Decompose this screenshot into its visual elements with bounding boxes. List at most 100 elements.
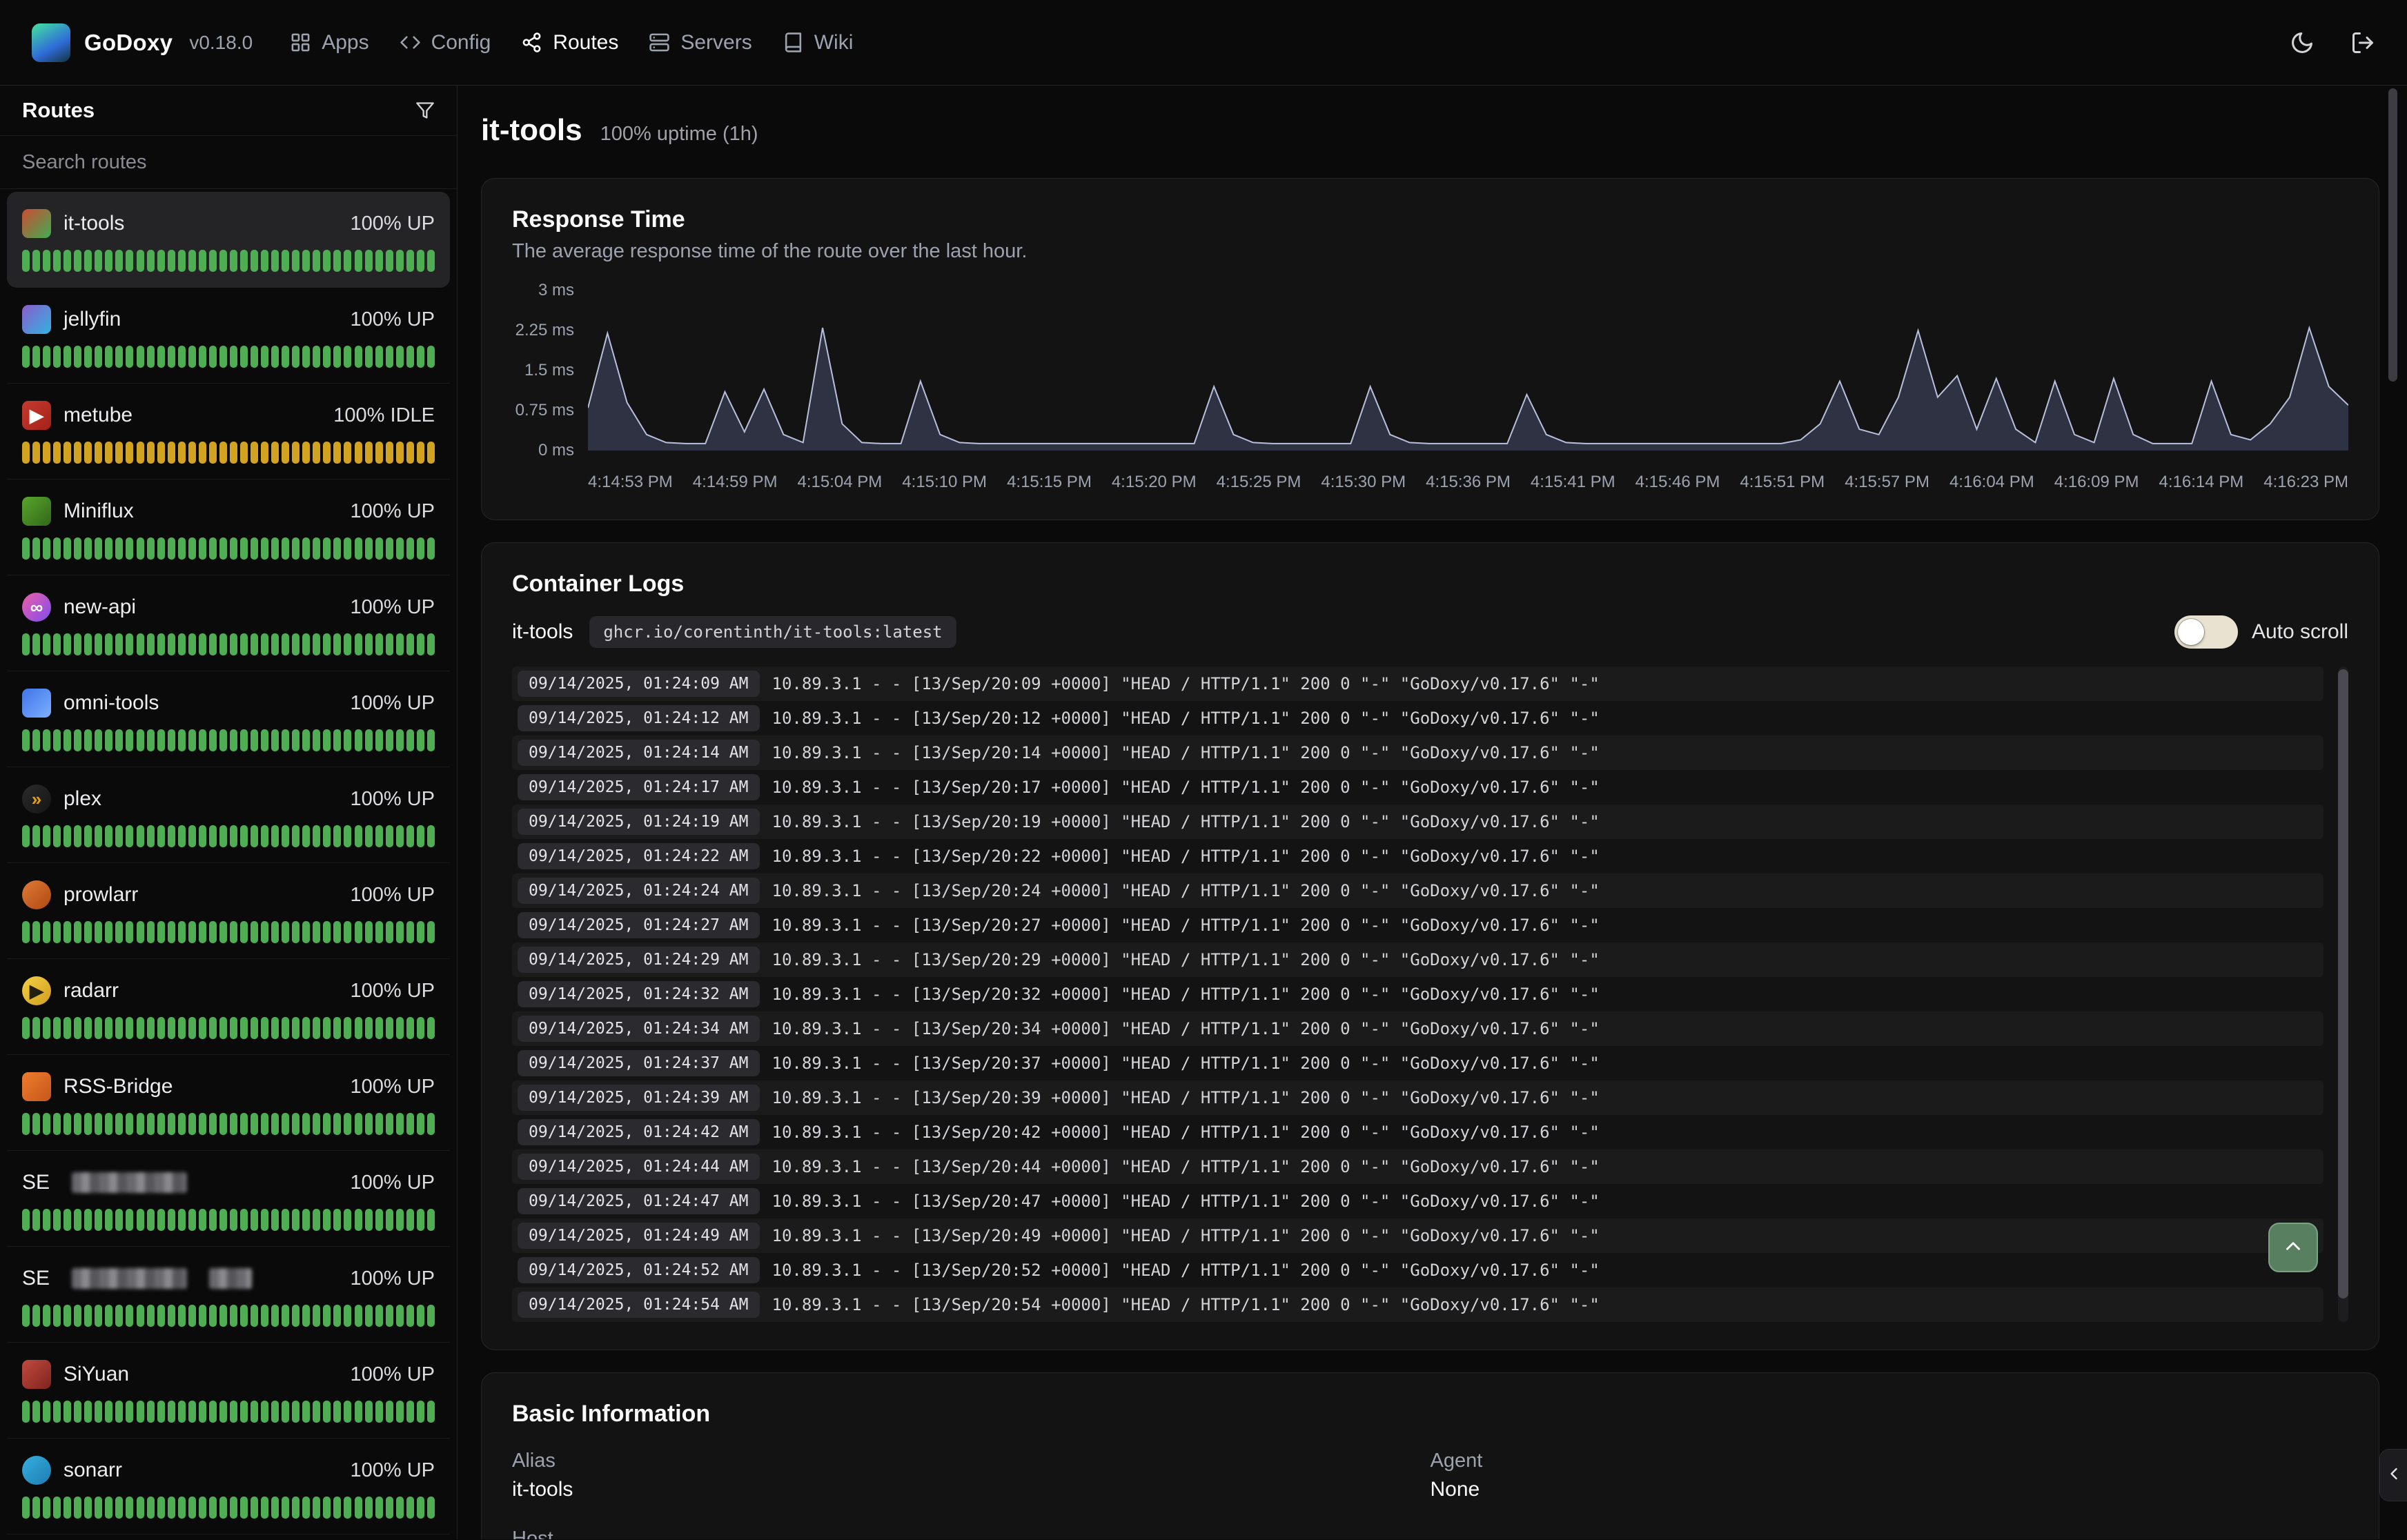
route-item-plex[interactable]: »plex100% UP <box>7 767 450 863</box>
uptime-bar <box>32 442 40 464</box>
uptime-bar <box>365 537 373 560</box>
uptime-bar <box>261 250 268 272</box>
scroll-to-top-button[interactable] <box>2268 1223 2318 1272</box>
nav-item-routes[interactable]: Routes <box>521 31 618 55</box>
uptime-bar <box>375 825 383 847</box>
uptime-bars <box>22 633 435 655</box>
search-routes-input[interactable] <box>0 136 457 188</box>
uptime-bar <box>74 729 81 751</box>
uptime-bar <box>209 1113 217 1135</box>
uptime-bar <box>188 1497 196 1519</box>
uptime-bar <box>282 729 289 751</box>
route-item-prowlarr[interactable]: prowlarr100% UP <box>7 863 450 959</box>
route-name: jellyfin <box>63 308 121 331</box>
route-name: radarr <box>63 979 119 1003</box>
route-name: SE <box>22 1267 50 1290</box>
uptime-bar <box>282 537 289 560</box>
uptime-bar <box>230 825 237 847</box>
uptime-bar <box>22 346 30 368</box>
route-item-miniflux[interactable]: Miniflux100% UP <box>7 480 450 575</box>
x-tick-label: 4:15:51 PM <box>1740 473 1825 492</box>
uptime-bar <box>147 1209 155 1231</box>
uptime-bar <box>105 633 112 655</box>
uptime-bar <box>115 1305 123 1327</box>
route-item-se[interactable]: SE100% UP <box>7 1151 450 1247</box>
log-message: 10.89.3.1 - - [13/Sep/20:14 +0000] "HEAD… <box>772 743 1600 762</box>
uptime-bar <box>365 250 373 272</box>
route-item-rss-bridge[interactable]: RSS-Bridge100% UP <box>7 1055 450 1151</box>
info-grid: Aliasit-toolsAgentNoneHost <box>512 1450 2348 1539</box>
log-message: 10.89.3.1 - - [13/Sep/20:12 +0000] "HEAD… <box>772 709 1600 728</box>
autoscroll-toggle[interactable] <box>2174 615 2238 649</box>
uptime-bar <box>105 1209 112 1231</box>
metube-icon: ▶ <box>22 401 51 430</box>
uptime-bar <box>84 442 92 464</box>
uptime-bar <box>313 250 320 272</box>
uptime-bar <box>22 633 30 655</box>
uptime-bar <box>199 1497 206 1519</box>
uptime-bar <box>427 250 435 272</box>
log-timestamp-badge: 09/14/2025, 01:24:32 AM <box>518 981 760 1007</box>
prowlarr-icon <box>22 880 51 909</box>
uptime-bar <box>240 1017 248 1039</box>
theme-toggle-moon-icon[interactable] <box>2290 30 2315 55</box>
uptime-bar <box>157 1209 165 1231</box>
uptime-bar <box>95 1017 102 1039</box>
route-status-badge: 100% UP <box>350 884 435 907</box>
book-icon <box>783 32 804 53</box>
uptime-bar <box>344 1017 351 1039</box>
uptime-bar <box>209 250 217 272</box>
route-item-radarr[interactable]: ▶radarr100% UP <box>7 959 450 1055</box>
route-item-jellyfin[interactable]: jellyfin100% UP <box>7 288 450 384</box>
uptime-bar <box>32 1017 40 1039</box>
route-item-omni-tools[interactable]: omni-tools100% UP <box>7 671 450 767</box>
page-scrollbar-thumb[interactable] <box>2388 88 2397 382</box>
uptime-bar <box>115 1497 123 1519</box>
log-scrollbar[interactable] <box>2338 667 2348 1322</box>
route-item-sonarr[interactable]: sonarr100% UP <box>7 1439 450 1534</box>
nav-item-config[interactable]: Config <box>400 31 491 55</box>
uptime-bar <box>417 442 424 464</box>
uptime-bar <box>313 729 320 751</box>
log-row: 09/14/2025, 01:24:12 AM10.89.3.1 - - [13… <box>512 701 2324 736</box>
uptime-bar <box>32 1401 40 1423</box>
route-row: SE100% UP <box>22 1261 435 1296</box>
route-item-it-tools[interactable]: it-tools100% UP <box>7 192 450 288</box>
uptime-bar <box>396 537 404 560</box>
nav-item-wiki[interactable]: Wiki <box>783 31 854 55</box>
siyuan-icon <box>22 1360 51 1389</box>
uptime-bar <box>199 921 206 943</box>
y-tick-label: 0 ms <box>538 441 574 460</box>
log-message: 10.89.3.1 - - [13/Sep/20:19 +0000] "HEAD… <box>772 812 1600 831</box>
uptime-bar <box>292 1113 299 1135</box>
uptime-bar <box>386 1017 393 1039</box>
nav-item-servers[interactable]: Servers <box>649 31 751 55</box>
uptime-bar <box>115 346 123 368</box>
logout-icon[interactable] <box>2350 30 2375 55</box>
x-tick-label: 4:16:23 PM <box>2263 473 2348 492</box>
route-item-metube[interactable]: ▶metube100% IDLE <box>7 384 450 480</box>
uptime-bar <box>219 1497 227 1519</box>
nav-item-apps[interactable]: Apps <box>290 31 369 55</box>
route-item-new-api[interactable]: ∞new-api100% UP <box>7 575 450 671</box>
uptime-bar <box>375 537 383 560</box>
sidebar-collapse-tab[interactable] <box>2379 1449 2407 1501</box>
uptime-bar <box>147 1113 155 1135</box>
uptime-bar <box>32 1497 40 1519</box>
redacted-name-block <box>209 1268 252 1289</box>
uptime-bar <box>313 921 320 943</box>
uptime-bar <box>396 1497 404 1519</box>
info-field-value: it-tools <box>512 1478 1431 1501</box>
uptime-bar <box>84 1017 92 1039</box>
uptime-bar <box>333 442 341 464</box>
route-status-badge: 100% UP <box>350 213 435 235</box>
uptime-bar <box>355 921 362 943</box>
filter-icon[interactable] <box>415 101 435 120</box>
uptime-bar <box>209 1209 217 1231</box>
uptime-bar <box>344 1305 351 1327</box>
log-row: 09/14/2025, 01:24:29 AM10.89.3.1 - - [13… <box>512 942 2324 977</box>
route-item-siyuan[interactable]: SiYuan100% UP <box>7 1343 450 1439</box>
container-image-badge: ghcr.io/corentinth/it-tools:latest <box>589 616 956 648</box>
route-item-se[interactable]: SE100% UP <box>7 1247 450 1343</box>
log-scrollbar-thumb[interactable] <box>2338 669 2348 1299</box>
